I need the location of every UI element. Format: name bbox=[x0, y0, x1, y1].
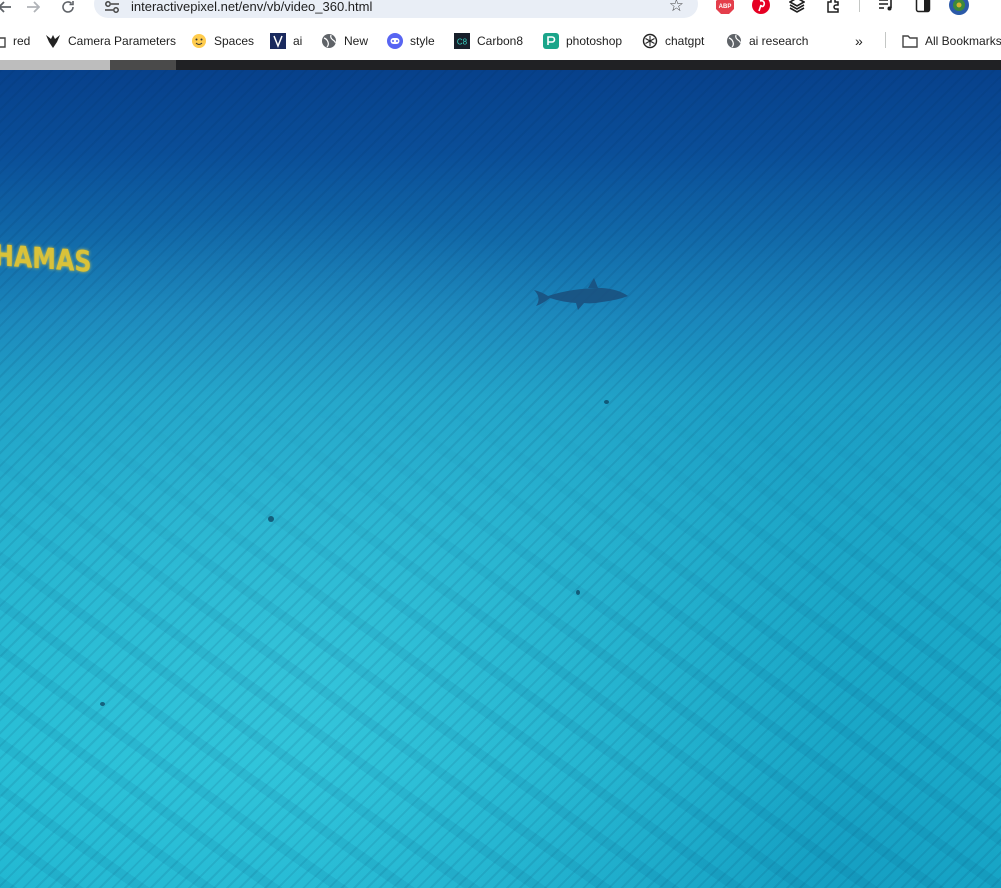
carbon8-icon-text: C8 bbox=[457, 38, 468, 47]
bookmark-spaces[interactable]: Spaces bbox=[191, 31, 254, 51]
bookmark-ai-research[interactable]: ai research bbox=[726, 31, 808, 51]
bookmark-label: ai research bbox=[749, 34, 809, 48]
bookmark-new[interactable]: New bbox=[321, 31, 368, 51]
openai-icon bbox=[642, 33, 658, 49]
bookmark-label: New bbox=[344, 34, 369, 48]
bookmark-label: style bbox=[410, 34, 435, 48]
folder-icon bbox=[902, 33, 918, 49]
bookmark-carbon8[interactable]: C8 Carbon8 bbox=[454, 31, 523, 51]
ai-logo-icon bbox=[270, 33, 286, 49]
bookmarks-divider bbox=[885, 32, 886, 48]
profile-avatar[interactable] bbox=[949, 0, 969, 15]
discord-icon bbox=[387, 33, 403, 49]
side-panel-icon[interactable] bbox=[913, 0, 933, 15]
address-bar[interactable]: interactivepixel.net/env/vb/video_360.ht… bbox=[94, 0, 698, 18]
pinterest-icon[interactable] bbox=[751, 0, 771, 15]
folder-icon bbox=[0, 33, 6, 49]
bookmarks-bar: red Camera Parameters Spaces ai New styl… bbox=[0, 22, 1001, 60]
forward-arrow-icon[interactable] bbox=[22, 0, 44, 18]
site-settings-icon[interactable] bbox=[104, 0, 120, 14]
shark-silhouette bbox=[534, 278, 628, 310]
all-bookmarks-label: All Bookmarks bbox=[925, 34, 1001, 48]
all-bookmarks-button[interactable]: All Bookmarks bbox=[902, 31, 1001, 51]
fish-speck bbox=[100, 702, 105, 706]
progress-played bbox=[0, 60, 110, 70]
progress-buffered bbox=[110, 60, 176, 70]
photoshop-icon bbox=[543, 33, 559, 49]
hugging-face-icon bbox=[191, 33, 207, 49]
bookmarks-overflow-chevron-icon[interactable]: » bbox=[855, 31, 863, 51]
bird-logo-icon bbox=[45, 33, 61, 49]
bookmark-star-icon[interactable]: ☆ bbox=[669, 0, 684, 16]
extensions-puzzle-icon[interactable] bbox=[823, 0, 843, 15]
media-control-icon[interactable] bbox=[876, 0, 896, 15]
fish-speck bbox=[604, 400, 609, 404]
bookmark-red[interactable]: red bbox=[0, 31, 30, 51]
layers-extension-icon[interactable] bbox=[787, 0, 807, 15]
toolbar-divider bbox=[859, 0, 860, 12]
bookmark-chatgpt[interactable]: chatgpt bbox=[642, 31, 704, 51]
bookmark-label: Camera Parameters bbox=[68, 34, 177, 48]
globe-icon bbox=[726, 33, 742, 49]
adblock-plus-icon[interactable]: ABP bbox=[715, 0, 735, 15]
bookmark-label: chatgpt bbox=[665, 34, 705, 48]
video-360-viewport[interactable]: HAMAS bbox=[0, 70, 1001, 888]
back-arrow-icon[interactable] bbox=[0, 0, 16, 18]
browser-toolbar: interactivepixel.net/env/vb/video_360.ht… bbox=[0, 0, 1001, 22]
bookmark-style[interactable]: style bbox=[387, 31, 435, 51]
abp-badge-text: ABP bbox=[719, 4, 732, 10]
scanline-overlay bbox=[0, 70, 1001, 888]
bookmark-label: photoshop bbox=[566, 34, 623, 48]
bookmark-photoshop[interactable]: photoshop bbox=[543, 31, 622, 51]
bookmark-camera-parameters[interactable]: Camera Parameters bbox=[45, 31, 176, 51]
bookmark-label: ai bbox=[293, 34, 303, 48]
video-overlay-title: HAMAS bbox=[0, 238, 92, 279]
video-progress-strip bbox=[0, 60, 1001, 70]
url-text[interactable]: interactivepixel.net/env/vb/video_360.ht… bbox=[131, 0, 372, 14]
fish-speck bbox=[268, 516, 274, 522]
carbon8-icon: C8 bbox=[454, 33, 470, 49]
globe-icon bbox=[321, 33, 337, 49]
bookmark-ai[interactable]: ai bbox=[270, 31, 302, 51]
fish-speck bbox=[576, 590, 580, 595]
bookmark-label: Carbon8 bbox=[477, 34, 524, 48]
bookmark-label: Spaces bbox=[214, 34, 255, 48]
reload-icon[interactable] bbox=[57, 0, 79, 18]
bookmark-label: red bbox=[13, 34, 31, 48]
